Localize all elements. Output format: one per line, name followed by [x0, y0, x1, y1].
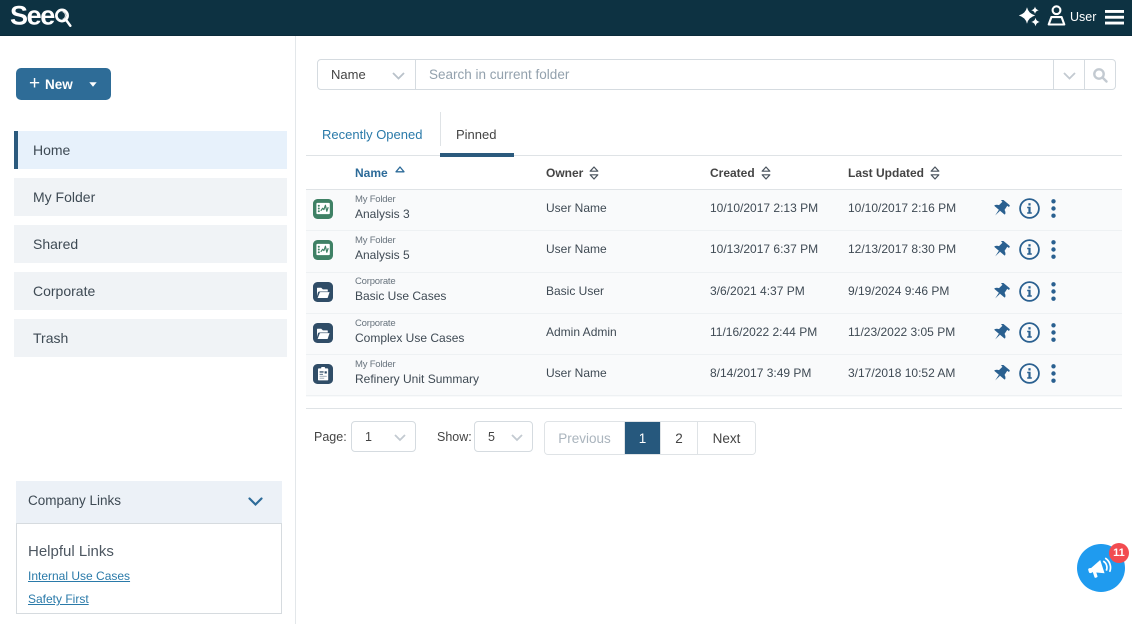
svg-text:See: See	[10, 2, 55, 31]
